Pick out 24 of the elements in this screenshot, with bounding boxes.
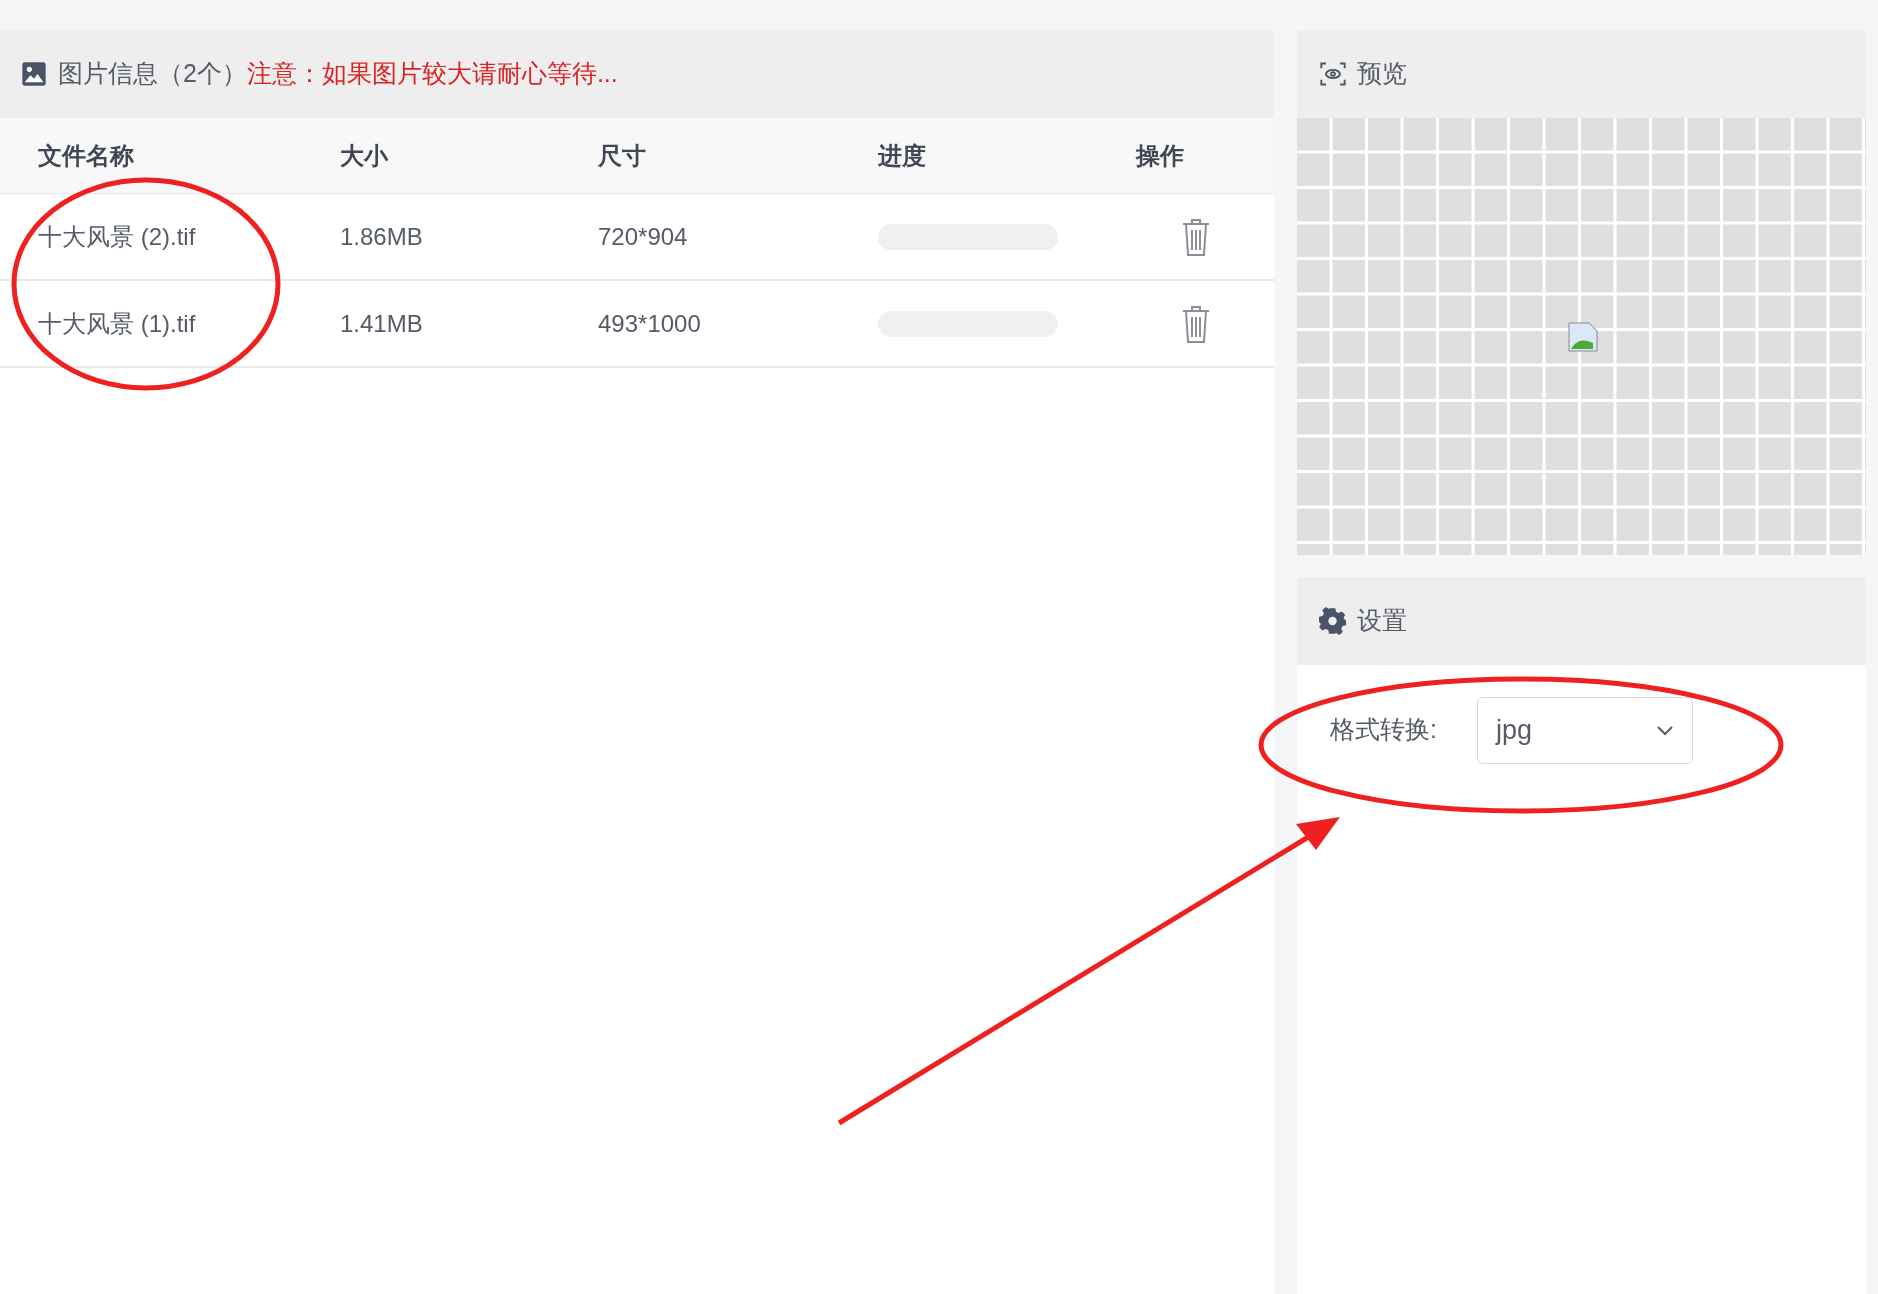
table-cell-text: 十大风景 (2).tif bbox=[37, 221, 197, 252]
notice-text: 注意：如果图片较大请耐心等待... bbox=[246, 58, 618, 90]
trash-icon[interactable] bbox=[1181, 216, 1211, 257]
column-header: 操作 bbox=[1136, 140, 1185, 171]
table-cell-text: 720*904 bbox=[598, 221, 689, 252]
table-cell-text: 1.41MB bbox=[340, 308, 424, 339]
trash-icon[interactable] bbox=[1181, 303, 1211, 344]
gear-icon bbox=[1319, 607, 1347, 635]
table-cell-text: 493*1000 bbox=[598, 308, 702, 339]
eye-scan-icon bbox=[1319, 60, 1347, 88]
column-header: 大小 bbox=[340, 140, 389, 171]
panel-title: 图片信息（2个） bbox=[58, 58, 247, 90]
settings-title: 设置 bbox=[1357, 605, 1407, 637]
column-header: 尺寸 bbox=[598, 140, 647, 171]
table-cell-text: 1.86MB bbox=[340, 221, 424, 252]
table-cell-text: 十大风景 (1).tif bbox=[37, 308, 197, 339]
column-header: 进度 bbox=[878, 140, 927, 171]
column-header: 文件名称 bbox=[37, 140, 135, 171]
format-label: 格式转换: bbox=[1330, 714, 1437, 745]
chevron-down-icon bbox=[1655, 724, 1674, 737]
format-select[interactable]: jpg bbox=[1476, 697, 1693, 764]
picture-icon bbox=[20, 60, 48, 88]
preview-title: 预览 bbox=[1357, 58, 1407, 90]
broken-image-icon bbox=[1567, 321, 1599, 353]
